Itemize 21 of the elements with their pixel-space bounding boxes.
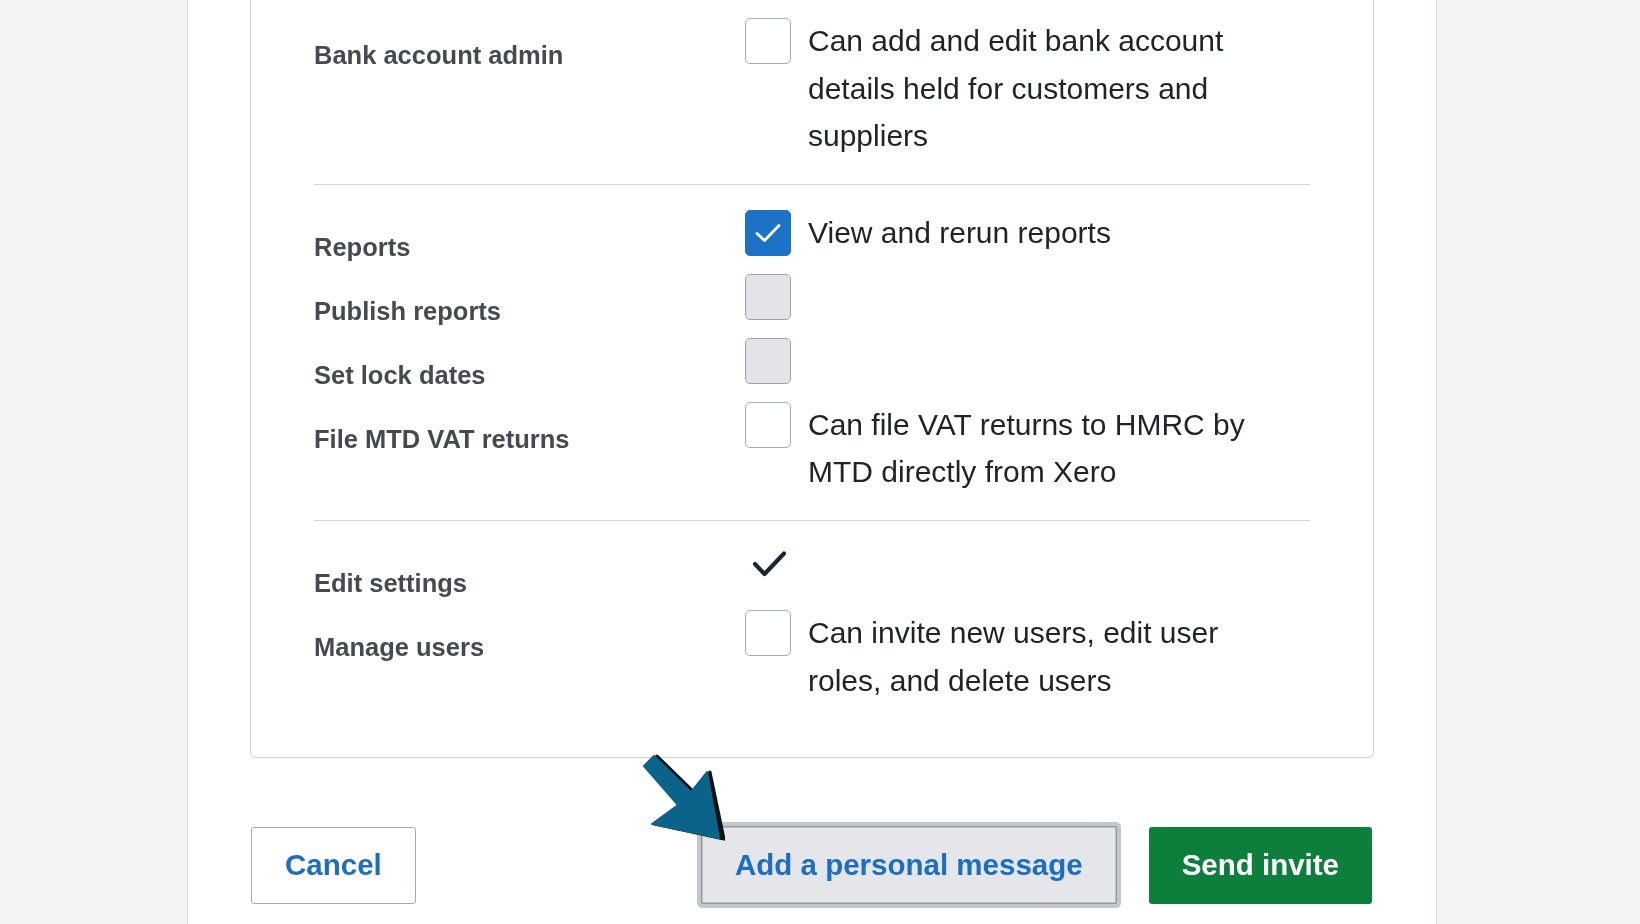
checkbox[interactable] [745,209,791,256]
checkbox[interactable] [745,401,791,448]
checkmark-icon [755,222,781,243]
checkbox[interactable] [745,609,791,656]
permission-label: Bank account admin [314,40,565,70]
permission-label: Edit settings [314,567,468,598]
permission-label: Publish reports [314,295,503,326]
permission-label: Reports [314,231,412,262]
permission-description: Can add and edit bank account details held for customers and suppliers [808,23,1225,155]
permission-label: File MTD VAT returns [314,423,571,454]
permission-description: Can invite new users, edit user roles, and delete users [808,614,1220,699]
permission-description: Can file VAT returns to HMRC by MTD directly from Xero [808,406,1246,491]
cancel-button[interactable]: Cancel [251,826,416,904]
permission-label: Manage users [314,631,486,662]
send-invite-button[interactable]: Send invite [1148,826,1372,904]
add-message-button[interactable]: Add a personal message [697,822,1121,909]
arrow-icon [641,753,725,843]
checkbox[interactable] [745,18,791,64]
checkmark-icon [753,550,786,577]
permission-description: View and rerun reports [808,214,1112,251]
permission-label: Set lock dates [314,359,487,390]
